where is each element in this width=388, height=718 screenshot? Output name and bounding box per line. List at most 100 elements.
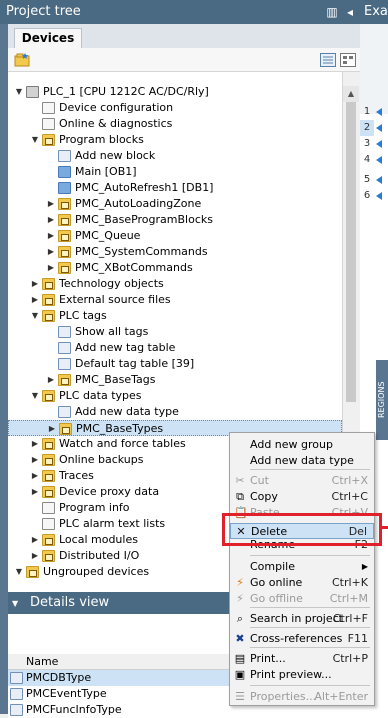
- tree-item[interactable]: ▶ PMC_AutoLoadingZone: [8, 196, 342, 212]
- tree-item[interactable]: ▼ PLC data types: [8, 388, 342, 404]
- menu-item-copy[interactable]: ⧉ Copy Ctrl+C: [230, 489, 374, 505]
- folder-icon: [42, 310, 55, 322]
- menu-item-label: Go offline: [250, 592, 303, 605]
- highlight-box: [222, 513, 382, 546]
- tree-item[interactable]: Add new data type: [8, 404, 342, 420]
- search-icon: ⌕: [236, 612, 244, 625]
- collapse-icon[interactable]: ▶: [46, 212, 56, 228]
- tree-item-label: Distributed I/O: [59, 549, 140, 562]
- tree-item[interactable]: Online & diagnostics: [8, 116, 342, 132]
- tags-icon: [58, 358, 71, 370]
- dock-icon[interactable]: ▥: [326, 6, 338, 18]
- expand-icon[interactable]: ▼: [14, 564, 24, 580]
- menu-item-compile[interactable]: Compile ▶: [230, 559, 374, 575]
- menu-item-add-new-data-type[interactable]: Add new data type: [230, 453, 374, 469]
- add-device-icon[interactable]: [14, 53, 30, 67]
- tree-item[interactable]: Add new block: [8, 148, 342, 164]
- folder-icon: [42, 470, 55, 482]
- collapse-icon[interactable]: ▶: [30, 484, 40, 500]
- menu-item-print-preview[interactable]: ▣ Print preview...: [230, 667, 374, 683]
- collapse-icon[interactable]: ▶: [30, 468, 40, 484]
- expand-icon[interactable]: ▼: [14, 84, 24, 100]
- properties-icon: ☰: [235, 690, 245, 703]
- tree-item[interactable]: Add new tag table: [8, 340, 342, 356]
- menu-item-go-offline[interactable]: ⚡ Go offline Ctrl+M: [230, 591, 374, 607]
- tree-item[interactable]: ▼ PLC_1 [CPU 1212C AC/DC/Rly]: [8, 84, 342, 100]
- tree-item-label: Add new data type: [75, 405, 179, 418]
- scroll-thumb[interactable]: [346, 102, 356, 402]
- menu-item-search-in-project[interactable]: ⌕ Search in project Ctrl+F: [230, 611, 374, 627]
- collapse-icon[interactable]: ▶: [30, 532, 40, 548]
- list-view-icon[interactable]: [320, 53, 336, 67]
- menu-item-label: Search in project: [250, 612, 343, 625]
- tree-item[interactable]: ▼ PLC tags: [8, 308, 342, 324]
- tree-item[interactable]: Show all tags: [8, 324, 342, 340]
- block-icon: [58, 166, 71, 178]
- tree-item-label: Default tag table [39]: [75, 357, 195, 370]
- tree-item[interactable]: ▶ PMC_Queue: [8, 228, 342, 244]
- collapse-icon[interactable]: ▶: [30, 548, 40, 564]
- menu-shortcut: Ctrl+K: [331, 576, 368, 589]
- folder-icon: [42, 294, 55, 306]
- folder-icon: [42, 550, 55, 562]
- menu-item-print[interactable]: ▤ Print... Ctrl+P: [230, 651, 374, 667]
- doc-icon: [42, 518, 55, 530]
- collapse-icon[interactable]: ▶: [46, 260, 56, 276]
- expand-icon[interactable]: ▼: [30, 308, 40, 324]
- collapse-icon[interactable]: ▼: [12, 600, 20, 608]
- menu-item-label: Cut: [250, 474, 269, 487]
- expand-icon[interactable]: ▼: [30, 132, 40, 148]
- tree-item-label: Add new tag table: [75, 341, 176, 354]
- regions-tab[interactable]: REGIONS: [376, 360, 388, 440]
- scroll-up-icon[interactable]: ▲: [343, 86, 359, 102]
- tree-item[interactable]: ▶ PMC_BaseProgramBlocks: [8, 212, 342, 228]
- collapse-icon[interactable]: ▶: [30, 452, 40, 468]
- tree-toolbar: [8, 48, 360, 72]
- tree-item[interactable]: Device configuration: [8, 100, 342, 116]
- tree-item-label: PMC_BaseTypes: [76, 422, 164, 435]
- tree-item-label: Online & diagnostics: [59, 117, 173, 130]
- data-type-icon: [10, 704, 23, 716]
- row-arrow-icon: [374, 139, 384, 149]
- tree-item[interactable]: ▼ Program blocks: [8, 132, 342, 148]
- tree-item[interactable]: ▶ External source files: [8, 292, 342, 308]
- tree-item[interactable]: ▶ Technology objects: [8, 276, 342, 292]
- tree-item[interactable]: ▶ PMC_XBotCommands: [8, 260, 342, 276]
- tree-item[interactable]: PMC_AutoRefresh1 [DB1]: [8, 180, 342, 196]
- tree-item-label: PMC_XBotCommands: [75, 261, 193, 274]
- menu-item-cut[interactable]: ✂ Cut Ctrl+X: [230, 473, 374, 489]
- menu-shortcut: Alt+Enter: [314, 690, 368, 703]
- editor-row-number: 5: [363, 174, 371, 185]
- menu-item-add-new-group[interactable]: Add new group: [230, 437, 374, 453]
- menu-shortcut: Ctrl+P: [332, 652, 368, 665]
- collapse-icon[interactable]: ▶: [46, 372, 56, 388]
- tree-item[interactable]: ▶ PMC_BaseTags: [8, 372, 342, 388]
- menu-item-cross-references[interactable]: ✖ Cross-references F11: [230, 631, 374, 647]
- collapse-icon[interactable]: ▶: [46, 228, 56, 244]
- add-icon: [58, 342, 71, 354]
- tree-item[interactable]: Default tag table [39]: [8, 356, 342, 372]
- expand-icon[interactable]: ▼: [30, 388, 40, 404]
- collapse-icon[interactable]: ▶: [30, 436, 40, 452]
- menu-item-properties[interactable]: ☰ Properties... Alt+Enter: [230, 689, 374, 705]
- side-panel-strip: [0, 24, 8, 714]
- overview-icon[interactable]: [340, 53, 356, 67]
- menu-item-go-online[interactable]: ⚡ Go online Ctrl+K: [230, 575, 374, 591]
- tree-item-label: Watch and force tables: [59, 437, 186, 450]
- collapse-left-icon[interactable]: ◂: [344, 6, 356, 18]
- tree-item-label: Traces: [59, 469, 94, 482]
- collapse-icon[interactable]: ▶: [30, 292, 40, 308]
- collapse-icon[interactable]: ▶: [47, 421, 57, 437]
- tree-item[interactable]: Main [OB1]: [8, 164, 342, 180]
- tab-devices[interactable]: Devices: [14, 28, 82, 48]
- tree-item-label: PLC_1 [CPU 1212C AC/DC/Rly]: [43, 85, 209, 98]
- collapse-icon[interactable]: ▶: [46, 244, 56, 260]
- tree-item-label: PMC_BaseProgramBlocks: [75, 213, 213, 226]
- collapse-icon[interactable]: ▶: [30, 276, 40, 292]
- collapse-icon[interactable]: ▶: [46, 196, 56, 212]
- folder-icon: [26, 566, 39, 578]
- tree-item[interactable]: ▶ PMC_SystemCommands: [8, 244, 342, 260]
- folder-icon: [42, 534, 55, 546]
- menu-separator: [250, 555, 370, 556]
- print-preview-icon: ▣: [234, 668, 246, 681]
